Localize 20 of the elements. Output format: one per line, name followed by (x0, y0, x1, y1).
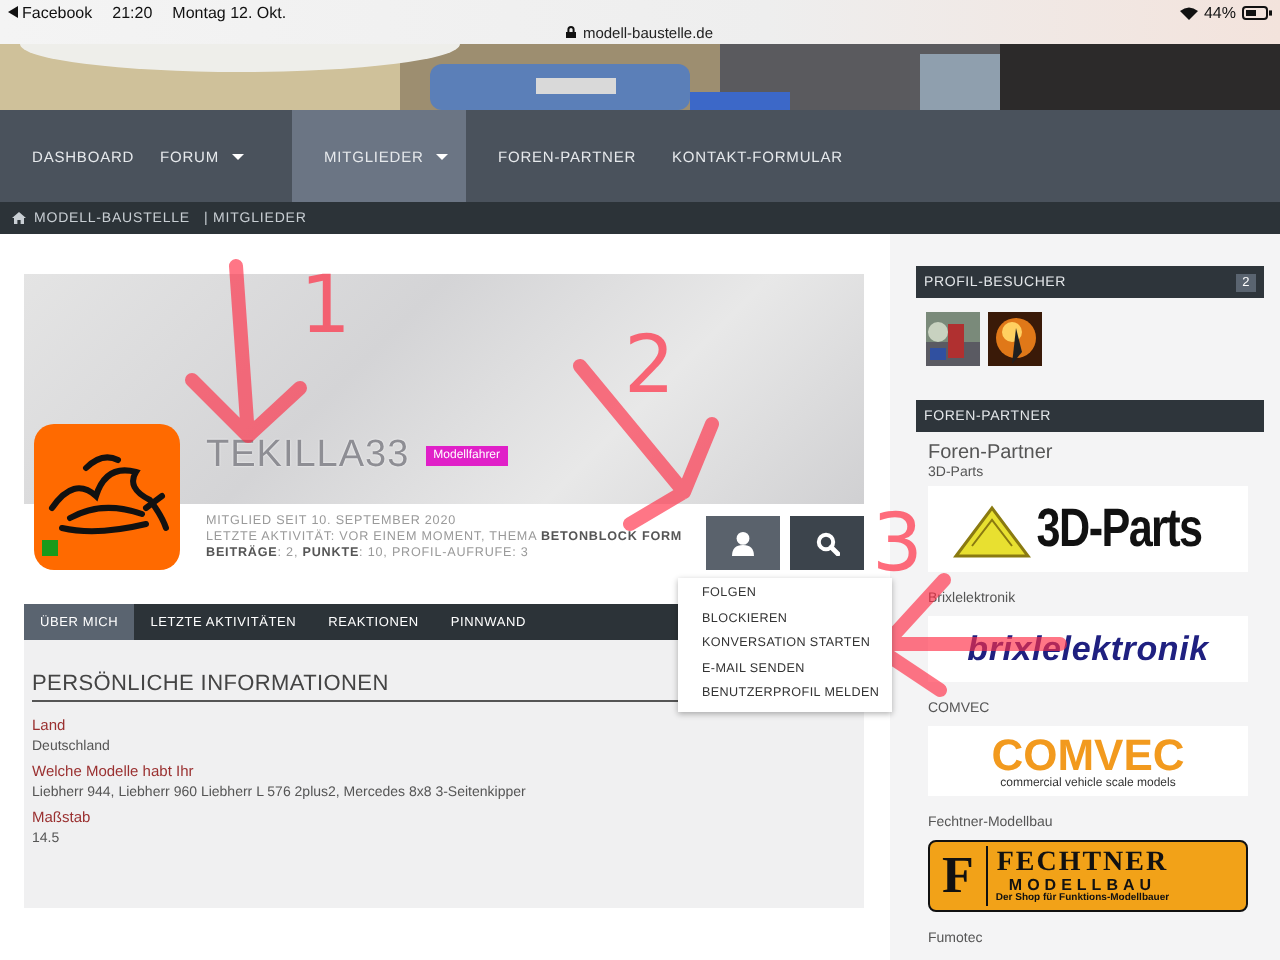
search-button[interactable] (790, 516, 864, 570)
annotation-number: 2 (624, 320, 675, 412)
status-date: Montag 12. Okt. (172, 3, 287, 21)
status-time: 21:20 (112, 3, 153, 21)
search-icon (815, 531, 839, 555)
profile-menu-button[interactable] (706, 516, 780, 570)
user-icon (732, 531, 754, 555)
widget-heading: Foren-Partner (928, 442, 1055, 464)
battery-icon (1242, 5, 1272, 19)
annotation-number: 1 (300, 260, 351, 352)
partner-logo[interactable]: 3D-Parts (928, 486, 1248, 572)
battery-percent: 44% (1203, 3, 1236, 21)
annotation-number: 3 (872, 498, 923, 590)
partner-logo[interactable]: brixlelektronik (928, 616, 1248, 682)
back-app-link[interactable]: Facebook (22, 3, 93, 21)
username: TEKILLA33 (206, 434, 410, 478)
lock-icon (566, 26, 577, 38)
home-icon (12, 212, 26, 224)
wifi-icon (1179, 5, 1198, 19)
back-icon (8, 6, 18, 18)
